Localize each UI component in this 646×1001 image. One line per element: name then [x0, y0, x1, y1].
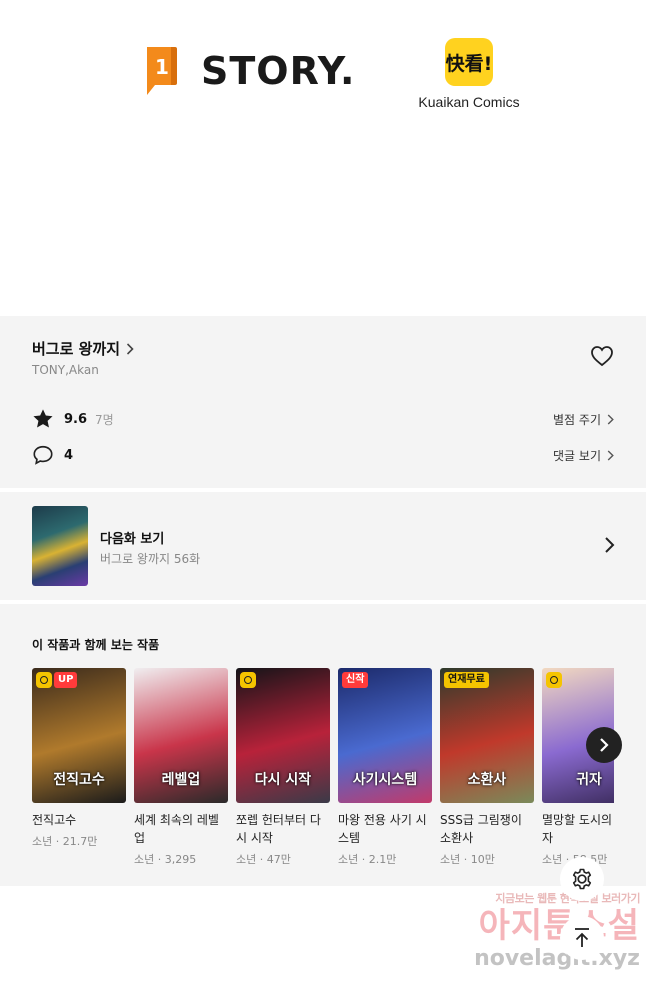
next-episode-card[interactable]: 다음화 보기 버그로 왕까지 56화 — [0, 492, 646, 600]
comments-button[interactable]: 댓글 보기 — [553, 447, 614, 464]
recommendation-title: 전직고수 — [32, 813, 77, 827]
recommendation-meta: 소년 · 2.1만 — [338, 853, 397, 866]
story-logo-text: STORY. — [201, 49, 356, 93]
next-episode-subtitle: 버그로 왕까지 56화 — [100, 552, 201, 566]
recommendation-card[interactable]: 레벨업세계 최속의 레벨업소년 · 3,295 — [134, 668, 228, 867]
scroll-top-button[interactable] — [560, 916, 604, 960]
next-episode-thumbnail — [32, 506, 88, 586]
recommendation-badge: 연재무료 — [444, 672, 489, 688]
arrow-up-icon — [575, 928, 589, 947]
recommendation-cover: 레벨업 — [134, 668, 228, 803]
rate-button[interactable]: 별점 주기 — [553, 411, 614, 428]
recommendations-panel: 이 작품과 함께 보는 작품 전직고수 UP 전직고수소년 · 21.7만 레벨업세계… — [0, 604, 646, 886]
recommendation-cover-title: 전직고수 — [53, 772, 105, 788]
recommendation-cover: 다시 시작 — [236, 668, 330, 803]
star-icon — [33, 409, 53, 428]
watermark-url: novelagit.xyz — [474, 946, 640, 971]
recommendations-carousel[interactable]: 전직고수 UP 전직고수소년 · 21.7만 레벨업세계 최속의 레벨업소년 · 3,… — [32, 668, 614, 868]
recommendation-cover-title: 레벨업 — [161, 772, 201, 788]
comments-count: 4 — [64, 447, 74, 463]
recommendation-meta: 소년 · 47만 — [236, 853, 291, 866]
recommendation-title: 쪼렙 헌터부터 다시 시작 — [236, 813, 321, 845]
recommendation-card[interactable]: 사기시스템 신작마왕 전용 사기 시스템소년 · 2.1만 — [338, 668, 432, 867]
recommendation-title: 세계 최속의 레벨업 — [134, 813, 219, 845]
recommendations-heading: 이 작품과 함께 보는 작품 — [32, 638, 160, 652]
settings-button[interactable] — [560, 857, 604, 901]
series-info-panel: 버그로 왕까지 TONY,Akan 9.6 7명 별점 주기 4 댓글 보기 — [0, 316, 646, 488]
recommendation-badge: 신작 — [342, 672, 369, 688]
series-title-link[interactable]: 버그로 왕까지 — [32, 338, 134, 359]
recommendation-cover: 전직고수 UP — [32, 668, 126, 803]
chevron-right-icon — [126, 342, 134, 355]
watermark-tagline: 지금보는 웹툰 현직소설 보러가기 — [495, 892, 640, 905]
rating-count: 7명 — [95, 412, 114, 427]
watermark: 지금보는 웹툰 현직소설 보러가기 아지툰소설 novelagit.xyz — [430, 890, 640, 972]
recommendation-cover-title: 다시 시작 — [254, 772, 312, 788]
recommendation-title: 멸망할 도시의 귀자 — [542, 813, 614, 845]
recommendation-meta: 소년 · 21.7만 — [32, 835, 98, 848]
rating-value: 9.6 — [64, 411, 88, 427]
comments-button-label: 댓글 보기 — [553, 448, 601, 463]
story-logo-mark: 1 — [147, 47, 177, 95]
series-title: 버그로 왕까지 — [32, 340, 121, 358]
recommendation-card[interactable]: 귀자멸망할 도시의 귀자소년 · 58.5만 — [542, 668, 614, 867]
recommendation-cover-title: 귀자 — [576, 772, 602, 788]
carousel-next-button[interactable] — [586, 727, 622, 763]
recommendation-cover-title: 사기시스템 — [352, 772, 418, 788]
kuaikan-name: Kuaikan Comics — [418, 94, 520, 110]
recommendation-card[interactable]: 전직고수 UP 전직고수소년 · 21.7만 — [32, 668, 126, 849]
rate-button-label: 별점 주기 — [553, 412, 601, 427]
next-episode-label: 다음화 보기 — [100, 532, 165, 547]
recommendation-card[interactable]: 다시 시작쪼렙 헌터부터 다시 시작소년 · 47만 — [236, 668, 330, 867]
recommendation-card[interactable]: 소환사 연재무료 SSS급 그림쟁이 소환사소년 · 10만 — [440, 668, 534, 867]
chevron-right-icon — [607, 413, 614, 425]
comments-row: 4 댓글 보기 — [32, 444, 614, 466]
clock-icon — [546, 672, 562, 688]
recommendation-meta: 소년 · 3,295 — [134, 853, 197, 866]
comment-bubble-icon — [33, 445, 53, 465]
series-authors: TONY,Akan — [32, 363, 99, 377]
partner-logos: 1 STORY. 快看! Kuaikan Comics — [0, 0, 646, 316]
recommendation-title: SSS급 그림쟁이 소환사 — [440, 813, 522, 845]
svg-text:1: 1 — [155, 55, 169, 79]
recommendation-cover-title: 소환사 — [467, 772, 507, 788]
recommendation-cover: 사기시스템 신작 — [338, 668, 432, 803]
recommendation-badge: UP — [54, 672, 78, 688]
heart-icon[interactable] — [590, 345, 614, 367]
kuaikan-badge: 快看! — [445, 38, 493, 86]
gear-icon — [572, 868, 592, 890]
clock-icon — [240, 672, 256, 688]
clock-icon — [36, 672, 52, 688]
recommendation-title: 마왕 전용 사기 시스템 — [338, 813, 427, 845]
kuaikan-logo: 快看! Kuaikan Comics — [414, 38, 524, 110]
rating-row: 9.6 7명 별점 주기 — [32, 408, 614, 430]
recommendation-cover: 소환사 연재무료 — [440, 668, 534, 803]
story-logo: 1 STORY. — [143, 45, 355, 97]
watermark-brand: 아지툰소설 — [478, 906, 640, 946]
chevron-right-icon — [600, 738, 609, 752]
recommendation-meta: 소년 · 10만 — [440, 853, 495, 866]
chevron-right-icon — [607, 449, 614, 461]
chevron-right-icon[interactable] — [603, 536, 615, 554]
